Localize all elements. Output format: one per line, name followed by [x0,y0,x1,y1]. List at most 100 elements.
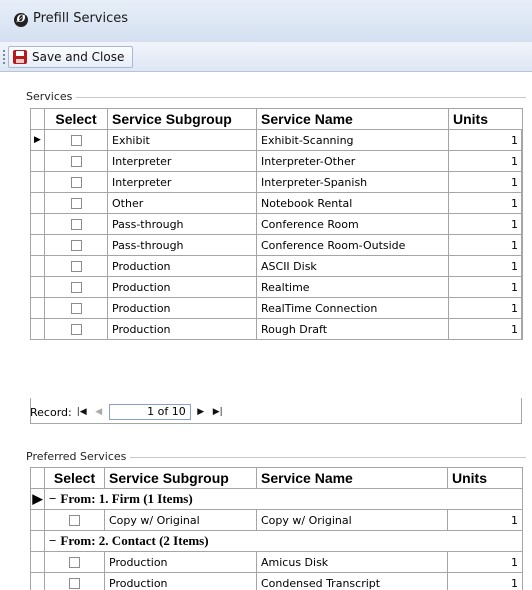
select-checkbox-cell[interactable] [44,276,108,298]
service-subgroup-cell[interactable]: Pass-through [107,213,257,235]
select-checkbox[interactable] [70,177,82,188]
select-checkbox[interactable] [69,515,80,526]
select-checkbox[interactable] [70,156,82,167]
row-selector[interactable] [30,276,45,298]
service-subgroup-cell[interactable]: Production [107,297,257,319]
select-checkbox[interactable] [70,135,82,146]
select-checkbox[interactable] [69,557,80,568]
service-row[interactable]: Production RealTime Connection 1 [30,297,523,319]
select-checkbox-cell[interactable] [44,297,108,319]
service-subgroup-cell[interactable]: Production [107,255,257,277]
service-row[interactable]: Pass-through Conference Room-Outside 1 [30,234,523,256]
service-row[interactable]: Interpreter Interpreter-Other 1 [30,150,523,172]
previous-record-button[interactable]: ◀ [92,405,106,419]
preferred-col-units[interactable]: Units [447,467,523,489]
service-name-cell[interactable]: Conference Room [256,213,449,235]
row-selector[interactable] [30,297,45,319]
group-header-cell[interactable]: − From: 2. Contact (2 Items) [44,530,523,552]
units-cell[interactable]: 1 [448,318,523,340]
current-record-field[interactable]: 1 of 10 [108,404,191,420]
units-cell[interactable]: 1 [448,297,523,319]
service-name-cell[interactable]: Interpreter-Other [256,150,449,172]
service-name-cell[interactable]: Exhibit-Scanning [256,129,449,151]
row-selector[interactable] [30,318,45,340]
service-row[interactable]: Interpreter Interpreter-Spanish 1 [30,171,523,193]
service-name-cell[interactable]: Conference Room-Outside [256,234,449,256]
select-checkbox[interactable] [70,198,82,209]
select-checkbox-cell[interactable] [44,509,105,531]
row-selector[interactable] [30,255,45,277]
preferred-service-row[interactable]: Copy w/ Original Copy w/ Original 1 [30,509,523,531]
service-name-cell[interactable]: Realtime [256,276,449,298]
next-record-button[interactable]: ▶ [194,405,208,419]
service-subgroup-cell[interactable]: Copy w/ Original [104,509,257,531]
row-selector[interactable] [30,572,45,590]
preferred-service-row[interactable]: Production Condensed Transcript 1 [30,572,523,590]
service-name-cell[interactable]: RealTime Connection [256,297,449,319]
service-subgroup-cell[interactable]: Production [104,572,257,590]
units-cell[interactable]: 1 [448,150,523,172]
units-cell[interactable]: 1 [448,171,523,193]
select-checkbox[interactable] [70,282,82,293]
service-name-cell[interactable]: Notebook Rental [256,192,449,214]
first-record-button[interactable]: |◀ [75,405,89,419]
units-cell[interactable]: 1 [447,572,523,590]
service-row[interactable]: Pass-through Conference Room 1 [30,213,523,235]
row-selector[interactable] [30,234,45,256]
row-selector[interactable] [30,192,45,214]
units-cell[interactable]: 1 [447,551,523,573]
units-cell[interactable]: 1 [448,213,523,235]
services-col-name[interactable]: Service Name [256,108,449,130]
preferred-col-name[interactable]: Service Name [256,467,448,489]
select-checkbox-cell[interactable] [44,192,108,214]
select-checkbox[interactable] [70,240,82,251]
select-checkbox[interactable] [70,303,82,314]
save-and-close-button[interactable]: Save and Close [8,46,134,68]
collapse-icon[interactable]: − [49,533,56,549]
preferred-group-header[interactable]: − From: 2. Contact (2 Items) [30,530,523,552]
select-checkbox-cell[interactable] [44,551,105,573]
service-row[interactable]: Production ASCII Disk 1 [30,255,523,277]
last-record-button[interactable]: ▶| [211,405,225,419]
services-col-select[interactable]: Select [44,108,108,130]
service-subgroup-cell[interactable]: Production [107,276,257,298]
row-selector[interactable] [30,551,45,573]
row-selector[interactable] [30,213,45,235]
service-name-cell[interactable]: Interpreter-Spanish [256,171,449,193]
row-selector[interactable] [30,530,45,552]
units-cell[interactable]: 1 [448,192,523,214]
group-header-cell[interactable]: − From: 1. Firm (1 Items) [44,488,523,510]
select-checkbox[interactable] [70,261,82,272]
service-row[interactable]: Production Rough Draft 1 [30,318,523,340]
row-selector[interactable] [30,509,45,531]
service-subgroup-cell[interactable]: Exhibit [107,129,257,151]
units-cell[interactable]: 1 [448,255,523,277]
preferred-service-row[interactable]: Production Amicus Disk 1 [30,551,523,573]
service-subgroup-cell[interactable]: Production [104,551,257,573]
service-subgroup-cell[interactable]: Interpreter [107,150,257,172]
row-selector[interactable]: ▶ [30,488,45,510]
service-name-cell[interactable]: Amicus Disk [256,551,448,573]
select-checkbox-cell[interactable] [44,129,108,151]
service-name-cell[interactable]: Rough Draft [256,318,449,340]
services-col-subgroup[interactable]: Service Subgroup [107,108,257,130]
preferred-group-header[interactable]: ▶ − From: 1. Firm (1 Items) [30,488,523,510]
row-selector[interactable]: ▶ [30,129,45,151]
select-checkbox-cell[interactable] [44,150,108,172]
service-subgroup-cell[interactable]: Production [107,318,257,340]
select-checkbox-cell[interactable] [44,234,108,256]
select-checkbox-cell[interactable] [44,255,108,277]
select-checkbox-cell[interactable] [44,572,105,590]
select-checkbox[interactable] [70,324,82,335]
service-row[interactable]: Other Notebook Rental 1 [30,192,523,214]
select-checkbox[interactable] [70,219,82,230]
row-selector[interactable] [30,171,45,193]
service-subgroup-cell[interactable]: Other [107,192,257,214]
service-row[interactable]: ▶ Exhibit Exhibit-Scanning 1 [30,129,523,151]
units-cell[interactable]: 1 [448,276,523,298]
select-checkbox-cell[interactable] [44,171,108,193]
preferred-col-subgroup[interactable]: Service Subgroup [104,467,257,489]
select-checkbox-cell[interactable] [44,318,108,340]
select-checkbox[interactable] [69,578,80,589]
services-col-units[interactable]: Units [448,108,523,130]
